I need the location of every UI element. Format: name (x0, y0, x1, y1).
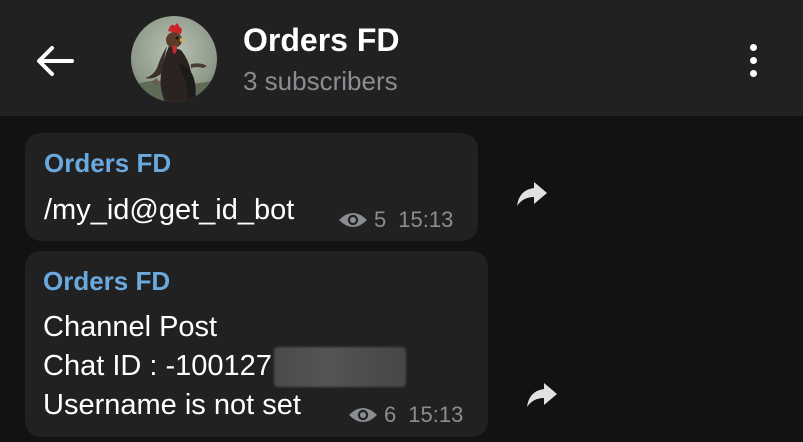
more-options-button[interactable] (734, 38, 772, 82)
message-line: Username is not set (43, 389, 301, 421)
redaction-blur (273, 347, 406, 388)
share-arrow-icon (527, 383, 557, 407)
channel-title[interactable]: Orders FD (243, 20, 399, 60)
view-count: 6 (348, 402, 396, 428)
chat-id-text: Chat ID : -100127 (43, 350, 272, 382)
message-bubble[interactable]: Orders FD /my_id@get_id_bot 5 15:13 (25, 133, 478, 241)
eye-icon (349, 408, 377, 422)
message-meta: 6 15:13 (348, 402, 463, 428)
message-line: Channel Post (43, 311, 218, 343)
view-count-value: 6 (384, 402, 397, 427)
share-button[interactable] (522, 375, 562, 415)
view-count-value: 5 (374, 207, 387, 232)
more-vertical-icon-dot (749, 69, 757, 77)
message-line: Chat ID : -100127 (43, 347, 406, 388)
message-time: 15:13 (398, 207, 454, 232)
more-vertical-icon-dot (749, 56, 757, 64)
eye-icon (339, 213, 367, 227)
bot-command-link[interactable]: /my_id@get_id_bot (44, 194, 294, 226)
arrow-left-icon (37, 46, 74, 76)
more-vertical-icon (749, 43, 757, 51)
message-text: /my_id@get_id_bot (44, 191, 294, 230)
channel-avatar[interactable] (131, 16, 217, 102)
share-button[interactable] (512, 174, 552, 214)
message-bubble[interactable]: Orders FD Channel Post Chat ID : -100127… (25, 251, 488, 437)
message-meta: 5 15:13 (338, 207, 453, 233)
message-time: 15:13 (408, 402, 464, 427)
view-count: 5 (338, 207, 386, 233)
share-arrow-icon (517, 182, 547, 206)
rooster-avatar-image (131, 16, 217, 102)
subscriber-count: 3 subscribers (243, 66, 398, 96)
message-sender[interactable]: Orders FD (44, 147, 171, 179)
back-button[interactable] (30, 38, 80, 84)
chat-header: Orders FD 3 subscribers (0, 0, 803, 116)
message-sender[interactable]: Orders FD (43, 265, 170, 297)
